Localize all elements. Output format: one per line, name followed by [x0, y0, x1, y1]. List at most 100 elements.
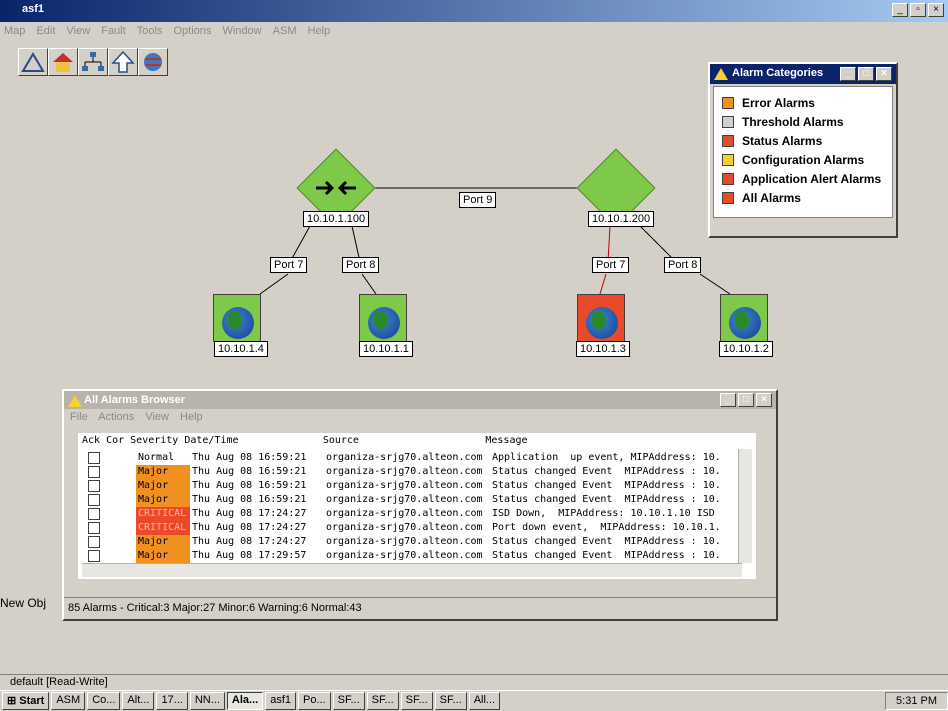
alarms-summary: 85 Alarms - Critical:3 Major:27 Minor:6 … [64, 597, 776, 619]
taskbar: ⊞ Start ASM Co... Alt... 17... NN... Ala... as… [0, 690, 948, 711]
severity-cell: Major [136, 549, 190, 563]
alarm-row[interactable]: CRITICAL Thu Aug 08 17:24:27 organiza-srjg… [78, 521, 738, 535]
alarm-row[interactable]: Major Thu Aug 08 16:59:21 organiza-srjg70.… [78, 493, 738, 507]
taskbar-task[interactable]: Po... [298, 692, 331, 710]
category-configuration[interactable]: Configuration Alarms [722, 150, 884, 169]
ack-checkbox[interactable] [88, 536, 100, 548]
taskbar-task[interactable]: asf1 [265, 692, 296, 710]
taskbar-task[interactable]: 17... [156, 692, 188, 710]
alarms-table-header: Ack Cor Severity Date/Time Source Messag… [82, 435, 528, 446]
ack-checkbox[interactable] [88, 452, 100, 464]
port-label-b7: Port 7 [592, 257, 630, 273]
taskbar-task[interactable]: SF... [434, 692, 467, 710]
minimize-button[interactable]: _ [840, 67, 856, 81]
menu-view[interactable]: View [145, 411, 169, 423]
menu-file[interactable]: File [70, 411, 88, 423]
taskbar-task[interactable]: SF... [332, 692, 365, 710]
hierarchy-tool-button[interactable] [78, 48, 108, 76]
status-swatch-icon [722, 134, 734, 147]
network-tool-button[interactable] [138, 48, 168, 76]
close-button[interactable]: × [876, 67, 892, 81]
maximize-button[interactable]: □ [858, 67, 874, 81]
port-label-a8: Port 8 [342, 257, 380, 273]
taskbar-task[interactable]: Alt... [122, 692, 155, 710]
ack-checkbox[interactable] [88, 494, 100, 506]
source-cell: organiza-srjg70.alteon.com [326, 536, 483, 547]
restore-button[interactable]: ▫ [910, 3, 926, 17]
menu-asm[interactable]: ASM [269, 22, 301, 40]
minimize-button[interactable]: _ [892, 3, 908, 17]
ack-checkbox[interactable] [88, 480, 100, 492]
ack-checkbox[interactable] [88, 550, 100, 562]
menu-help[interactable]: Help [304, 22, 335, 40]
menu-options[interactable]: Options [170, 22, 216, 40]
menu-help[interactable]: Help [180, 411, 203, 423]
alarm-categories-titlebar[interactable]: Alarm Categories _ □ × [710, 64, 896, 84]
category-application-alert[interactable]: Application Alert Alarms [722, 169, 884, 188]
alarm-categories-window: Alarm Categories _ □ × Error Alarms Thre… [708, 62, 898, 238]
host-node-1[interactable] [213, 294, 261, 342]
severity-cell: Major [136, 479, 190, 493]
home-icon [53, 53, 73, 72]
alarm-row[interactable]: Major Thu Aug 08 16:59:21 organiza-srjg70.… [78, 465, 738, 479]
message-cell: Status changed Event MIPAddress : 10. [492, 494, 721, 505]
ack-checkbox[interactable] [88, 522, 100, 534]
category-status[interactable]: Status Alarms [722, 131, 884, 150]
message-cell: Status changed Event MIPAddress : 10. [492, 550, 721, 561]
taskbar-task[interactable]: NN... [189, 692, 225, 710]
host-node-3[interactable] [577, 294, 625, 342]
alarm-row[interactable]: Major Thu Aug 08 17:24:27 organiza-srjg70.… [78, 535, 738, 549]
port-label-trunk: Port 9 [459, 192, 497, 208]
host-node-2[interactable] [359, 294, 407, 342]
maximize-button[interactable]: □ [738, 393, 754, 407]
datetime-cell: Thu Aug 08 16:59:21 [192, 452, 307, 463]
taskbar-task[interactable]: SF... [366, 692, 399, 710]
ack-checkbox[interactable] [88, 466, 100, 478]
switch-ip-label-1: 10.10.1.100 [303, 211, 370, 227]
message-cell: ISD Down, MIPAddress: 10.10.1.10 ISD [492, 508, 715, 519]
menu-edit[interactable]: Edit [32, 22, 59, 40]
severity-cell: Major [136, 493, 190, 507]
alarm-row[interactable]: Major Thu Aug 08 17:29:57 organiza-srjg70.… [78, 549, 738, 563]
vertical-scrollbar[interactable] [738, 449, 752, 563]
ack-checkbox[interactable] [88, 508, 100, 520]
taskbar-task[interactable]: ASM [51, 692, 86, 710]
menu-tools[interactable]: Tools [133, 22, 167, 40]
category-all[interactable]: All Alarms [722, 188, 884, 207]
up-arrow-tool-button[interactable] [108, 48, 138, 76]
threshold-swatch-icon [722, 115, 734, 128]
new-obj-label: New Obj [0, 596, 47, 610]
menu-fault[interactable]: Fault [97, 22, 129, 40]
start-button[interactable]: ⊞ Start [2, 692, 50, 710]
datetime-cell: Thu Aug 08 16:59:21 [192, 466, 307, 477]
network-icon [144, 53, 162, 71]
message-cell: Status changed Event MIPAddress : 10. [492, 536, 721, 547]
category-error[interactable]: Error Alarms [722, 93, 884, 112]
menu-map[interactable]: Map [0, 22, 29, 40]
host-node-4[interactable] [720, 294, 768, 342]
minimize-button[interactable]: _ [720, 393, 736, 407]
datetime-cell: Thu Aug 08 17:24:27 [192, 522, 307, 533]
close-button[interactable]: × [756, 393, 772, 407]
home-tool-button[interactable] [48, 48, 78, 76]
taskbar-task[interactable]: All... [468, 692, 501, 710]
taskbar-task[interactable]: SF... [400, 692, 433, 710]
taskbar-task[interactable]: Ala... [226, 692, 264, 710]
menu-actions[interactable]: Actions [98, 411, 134, 423]
horizontal-scrollbar[interactable] [82, 563, 742, 577]
datetime-cell: Thu Aug 08 16:59:21 [192, 480, 307, 491]
alarms-browser-titlebar[interactable]: All Alarms Browser _ □ × [64, 391, 776, 409]
triangle-tool-button[interactable] [18, 48, 48, 76]
alarm-row[interactable]: Major Thu Aug 08 16:59:21 organiza-srjg70.… [78, 479, 738, 493]
alarm-row[interactable]: Normal Thu Aug 08 16:59:21 organiza-srjg70… [78, 451, 738, 465]
menu-view[interactable]: View [63, 22, 95, 40]
menu-window[interactable]: Window [218, 22, 265, 40]
application-alert-swatch-icon [722, 172, 734, 185]
source-cell: organiza-srjg70.alteon.com [326, 522, 483, 533]
message-cell: Status changed Event MIPAddress : 10. [492, 480, 721, 491]
taskbar-task[interactable]: Co... [87, 692, 121, 710]
alarm-row[interactable]: CRITICAL Thu Aug 08 17:24:27 organiza-srjg… [78, 507, 738, 521]
category-threshold[interactable]: Threshold Alarms [722, 112, 884, 131]
close-button[interactable]: × [928, 3, 944, 17]
clock: 5:31 PM [885, 692, 948, 710]
